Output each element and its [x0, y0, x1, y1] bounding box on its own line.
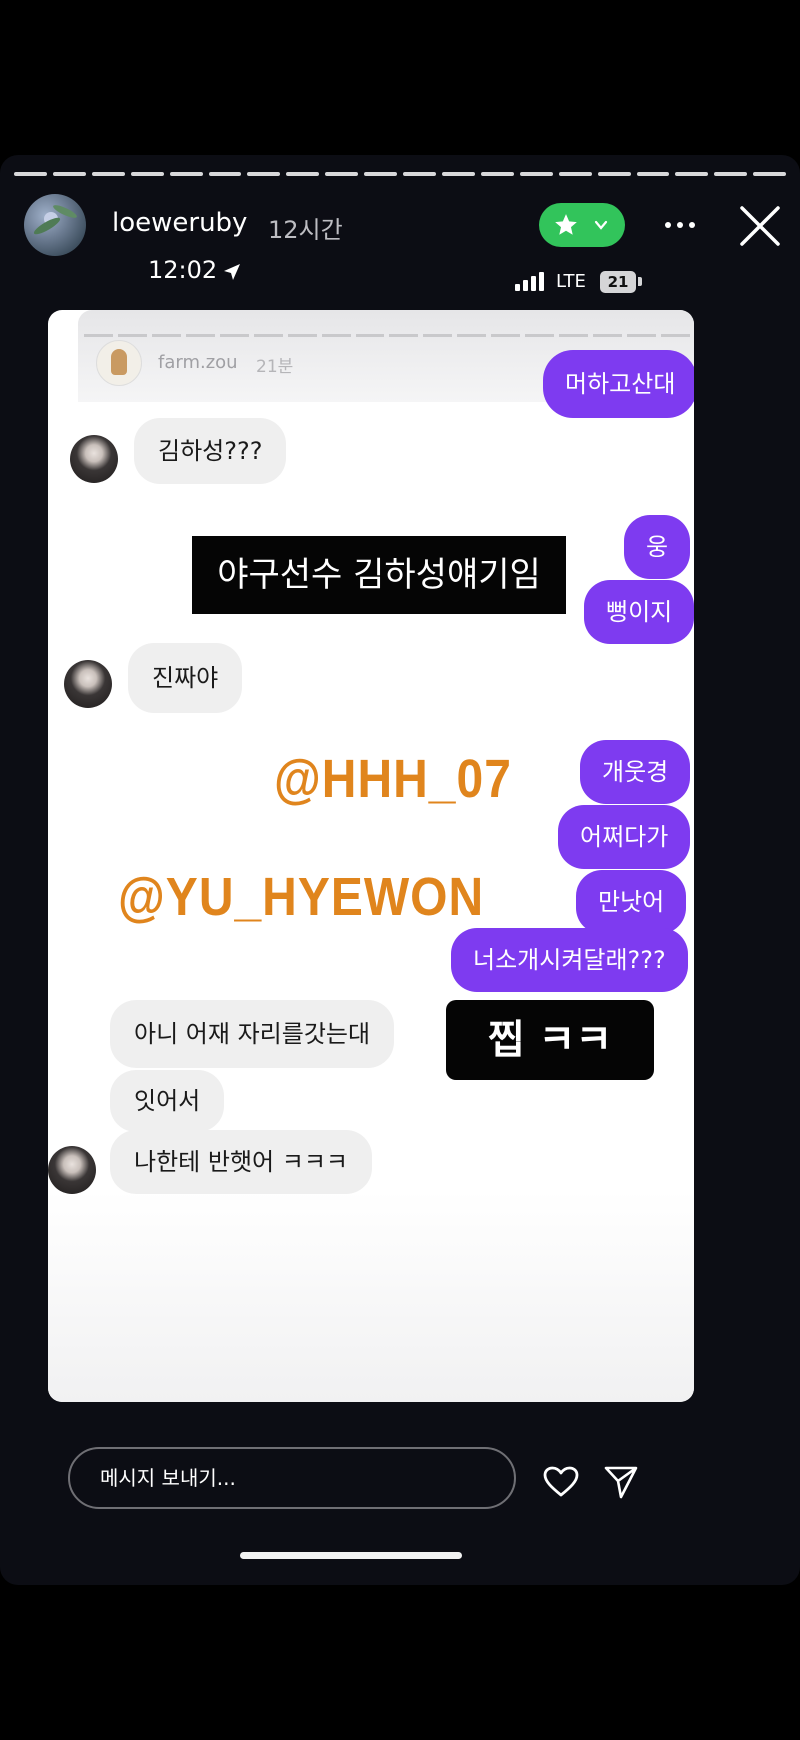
- progress-segment: [286, 172, 320, 176]
- location-arrow-icon: [224, 264, 240, 280]
- chevron-down-icon: [594, 220, 608, 230]
- progress-segment: [130, 172, 164, 176]
- progress-segment: [208, 172, 242, 176]
- embedded-username: farm.zou: [158, 352, 238, 373]
- embedded-progress-segment: [627, 334, 656, 337]
- progress-segment: [714, 172, 748, 176]
- signal-icon: [515, 272, 544, 291]
- progress-segment: [247, 172, 281, 176]
- chat-avatar: [64, 660, 112, 708]
- message-bubble-outgoing: 어쩌다가: [558, 805, 691, 869]
- message-bubble-outgoing: 뻥이지: [584, 580, 694, 644]
- message-bubble-outgoing: 너소개시켜달래???: [451, 928, 688, 992]
- progress-segment: [597, 172, 631, 176]
- progress-segment: [519, 172, 553, 176]
- embedded-progress-segment: [423, 334, 453, 337]
- progress-segment: [14, 172, 47, 176]
- message-bubble-outgoing: 웅: [624, 515, 691, 579]
- embedded-progress-segment: [117, 334, 147, 337]
- message-bubble-outgoing: 만낫어: [576, 870, 687, 934]
- progress-segment: [325, 172, 359, 176]
- progress-segment: [636, 172, 670, 176]
- progress-segment: [480, 172, 514, 176]
- embedded-avatar: [96, 340, 142, 386]
- overlay-label: 야구선수 김하성얘기임: [192, 536, 566, 614]
- chat-avatar: [48, 1146, 96, 1194]
- avatar[interactable]: [24, 194, 86, 256]
- progress-segment: [52, 172, 86, 176]
- embedded-time-ago: 21분: [256, 357, 294, 377]
- chat-avatar: [70, 435, 118, 483]
- progress-segment: [169, 172, 203, 176]
- embedded-progress-segment: [287, 334, 317, 337]
- embedded-progress-segment: [321, 334, 351, 337]
- embedded-progress-bar: [84, 334, 690, 337]
- heart-icon[interactable]: [543, 1466, 579, 1498]
- progress-segment: [364, 172, 398, 176]
- story-username[interactable]: loeweruby: [112, 208, 247, 238]
- embedded-progress-segment: [355, 334, 385, 337]
- message-bubble-outgoing: 개웃경: [580, 740, 691, 804]
- embedded-bottom-area: [48, 1190, 694, 1402]
- star-icon: [555, 214, 577, 235]
- overlay-label: 찝 ㅋㅋ: [446, 1000, 654, 1080]
- message-bubble-incoming: 진짜야: [128, 643, 243, 713]
- embedded-progress-segment: [525, 334, 555, 337]
- message-input[interactable]: 메시지 보내기...: [68, 1447, 516, 1509]
- home-indicator: [240, 1552, 462, 1559]
- progress-segment: [403, 172, 436, 176]
- mention-tag[interactable]: @YU_HYEWON: [118, 867, 484, 929]
- embedded-progress-segment: [660, 334, 690, 337]
- message-bubble-incoming: 아니 어재 자리를갓는대: [110, 1000, 395, 1068]
- battery-tip: [638, 277, 642, 286]
- send-icon[interactable]: [603, 1464, 639, 1500]
- story-progress-bar: [14, 172, 787, 176]
- embedded-progress-segment: [457, 334, 487, 337]
- network-label: LTE: [556, 271, 586, 292]
- status-clock: 12:02: [148, 256, 218, 284]
- embedded-progress-segment: [84, 334, 113, 337]
- more-icon[interactable]: [662, 213, 698, 237]
- embedded-progress-segment: [593, 334, 622, 337]
- battery-icon: 21: [600, 271, 636, 293]
- progress-segment: [675, 172, 709, 176]
- progress-segment: [558, 172, 592, 176]
- progress-segment: [91, 172, 125, 176]
- embedded-progress-segment: [559, 334, 589, 337]
- embedded-progress-segment: [389, 334, 419, 337]
- embedded-progress-segment: [219, 334, 249, 337]
- close-icon[interactable]: [738, 204, 782, 248]
- close-friends-badge[interactable]: [539, 203, 625, 247]
- progress-segment: [441, 172, 475, 176]
- message-bubble-incoming: 김하성???: [134, 418, 287, 484]
- embedded-progress-segment: [151, 334, 181, 337]
- mention-tag[interactable]: @HHH_07: [274, 749, 512, 811]
- embedded-progress-segment: [185, 334, 215, 337]
- embedded-progress-segment: [491, 334, 521, 337]
- story-time-ago: 12시간: [268, 216, 343, 244]
- message-bubble-incoming: 나한테 반햇어 ㅋㅋㅋ: [110, 1130, 372, 1194]
- message-bubble-incoming: 잇어서: [110, 1070, 225, 1132]
- progress-segment: [753, 172, 787, 176]
- embedded-progress-segment: [253, 334, 283, 337]
- embedded-screenshot: farm.zou 21분 ••• 머하고산대 김하성??? 웅 뻥이지 진짜야 …: [48, 310, 694, 1402]
- message-bubble-outgoing: 머하고산대: [543, 350, 694, 418]
